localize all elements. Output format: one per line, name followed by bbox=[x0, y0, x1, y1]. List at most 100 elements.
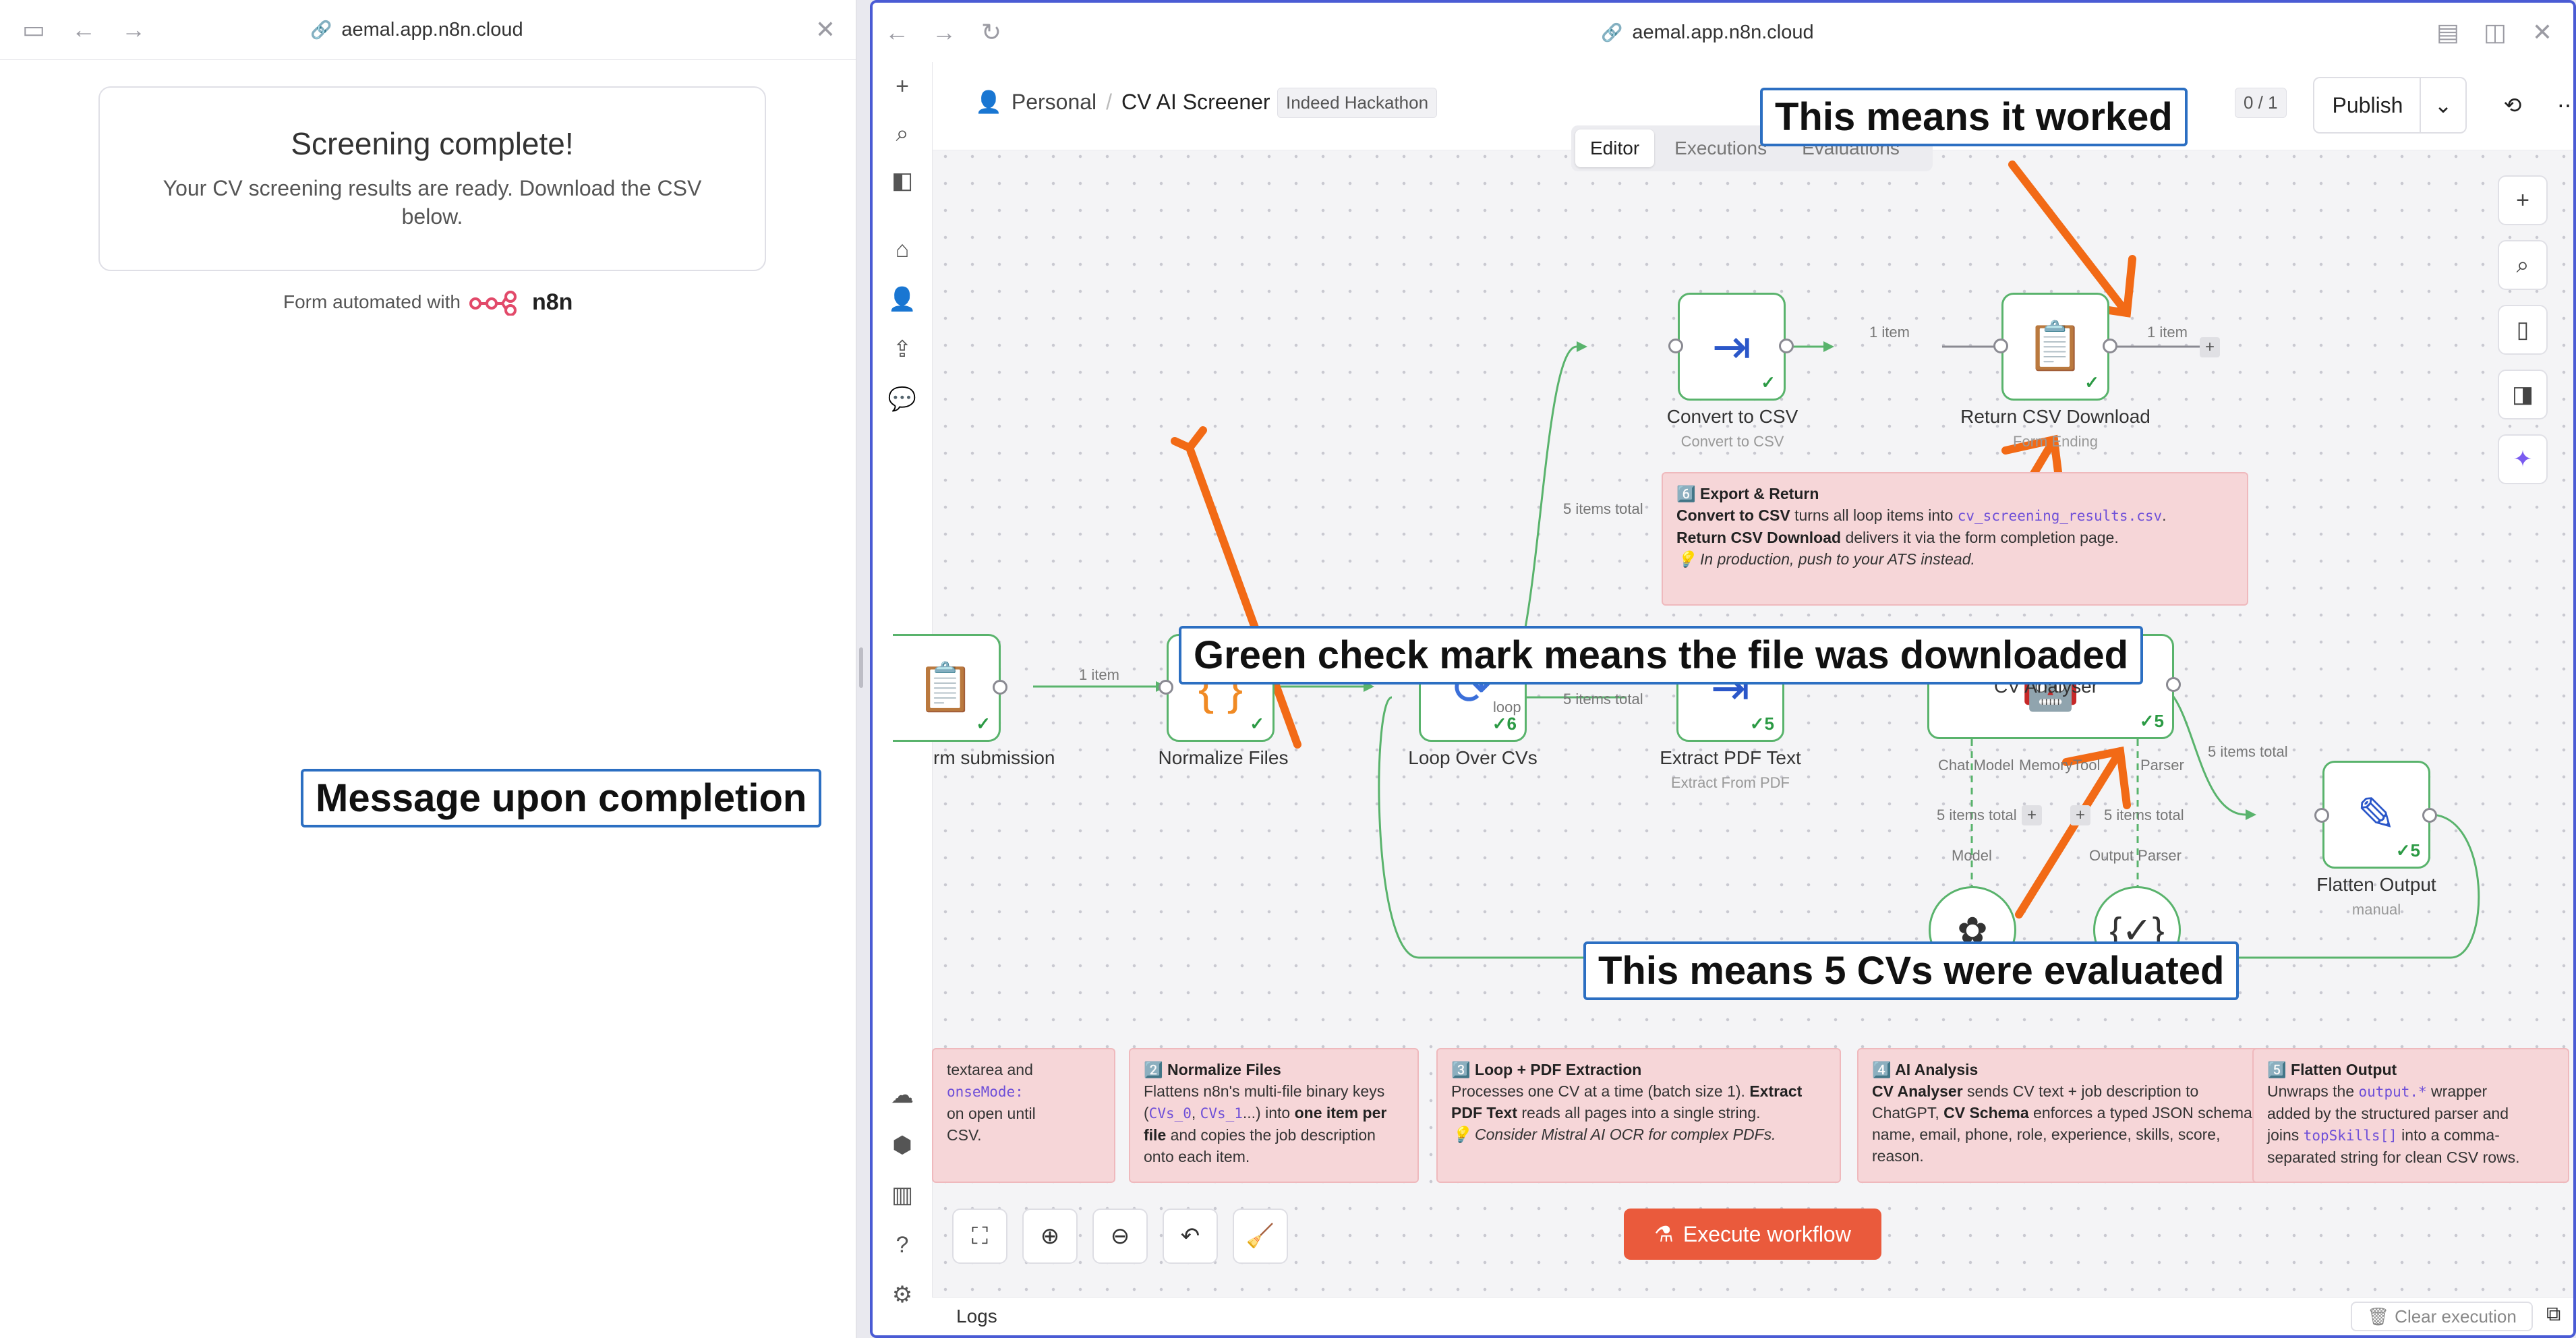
execute-workflow-button[interactable]: ⚗ Execute workflow bbox=[1624, 1209, 1881, 1260]
sticky-line: 💡 In production, push to your ATS instea… bbox=[1676, 548, 2233, 570]
sticky-italic: 💡 In production, push to your ATS instea… bbox=[1676, 550, 1975, 568]
chart-icon[interactable]: ▥ bbox=[882, 1175, 923, 1215]
zoom-out-button[interactable]: ⊖ bbox=[1092, 1209, 1148, 1264]
canvas-search-button[interactable]: ⌕ bbox=[2498, 240, 2548, 290]
ai-assistant-button[interactable]: ✦ bbox=[2498, 434, 2548, 484]
sticky-line: joins topSkills[] into a comma- bbox=[2267, 1124, 2554, 1146]
edge-label-form-normalize: 1 item bbox=[1079, 666, 1119, 683]
tab-editor[interactable]: Editor bbox=[1575, 129, 1655, 167]
node-flatten-output[interactable]: ✎ ✓5 bbox=[2322, 761, 2430, 869]
logs-label: Logs bbox=[956, 1306, 997, 1327]
node-convert-to-csv[interactable]: ⇥ ✓ bbox=[1678, 293, 1786, 401]
tidy-up-button[interactable]: 🧹 bbox=[1233, 1209, 1288, 1264]
sticky-note-button[interactable]: ▯ bbox=[2498, 305, 2548, 355]
sticky-ai-analysis[interactable]: 4️⃣ AI Analysis CV Analyser sends CV tex… bbox=[1857, 1048, 2306, 1183]
node-sublabel: Convert to CSV bbox=[1680, 433, 1784, 450]
sticky-text: enforces a typed JSON schema; bbox=[2028, 1104, 2257, 1122]
sticky-form-trigger[interactable]: textarea and onseMode: on open until CSV… bbox=[932, 1048, 1115, 1183]
flask-icon: ⚗ bbox=[1654, 1222, 1674, 1246]
input-port[interactable] bbox=[1159, 680, 1173, 695]
sticky-code: CVs_0 bbox=[1148, 1105, 1192, 1122]
help-icon[interactable]: ? bbox=[882, 1225, 923, 1265]
node-label: rm submission bbox=[933, 747, 1055, 768]
add-tool-button[interactable]: + bbox=[2070, 805, 2090, 825]
popout-icon[interactable]: ⧉ bbox=[2546, 1303, 2560, 1326]
close-icon[interactable]: ✕ bbox=[805, 9, 846, 50]
output-port[interactable] bbox=[993, 680, 1007, 695]
node-form-submission[interactable]: 📋 ✓ bbox=[893, 634, 1001, 742]
zoom-out-icon: ⊖ bbox=[1110, 1223, 1130, 1249]
clipboard-icon: 📋 bbox=[2026, 320, 2085, 372]
input-port[interactable] bbox=[1993, 339, 2008, 353]
publish-dropdown[interactable]: ⌄ bbox=[2420, 77, 2467, 134]
toggle-panel-button[interactable]: ◨ bbox=[2498, 370, 2548, 419]
note-icon: ▯ bbox=[2516, 317, 2529, 343]
add-next-node-button[interactable]: + bbox=[2200, 337, 2220, 357]
history-button[interactable]: ⟲ bbox=[2490, 82, 2536, 128]
sticky-loop-extraction[interactable]: 3️⃣ Loop + PDF Extraction Processes one … bbox=[1436, 1048, 1841, 1183]
add-node-button[interactable]: + bbox=[2498, 175, 2548, 225]
share-icon[interactable]: ⇪ bbox=[882, 329, 923, 370]
sticky-text: wrapper bbox=[2426, 1082, 2488, 1100]
completion-message: Your CV screening results are ready. Dow… bbox=[163, 176, 702, 229]
completion-card: Screening complete! Your CV screening re… bbox=[98, 86, 766, 271]
plus-icon[interactable]: + bbox=[882, 66, 923, 107]
node-label: Convert to CSV bbox=[1666, 406, 1798, 427]
sticky-normalize-files[interactable]: 2️⃣ Normalize Files Flattens n8n's multi… bbox=[1129, 1048, 1419, 1183]
sticky-text: reads all pages into a single string. bbox=[1517, 1104, 1761, 1122]
sticky-text: , bbox=[1191, 1104, 1200, 1122]
zoom-in-button[interactable]: ⊕ bbox=[1022, 1209, 1078, 1264]
sticky-bold: file bbox=[1144, 1126, 1167, 1144]
output-port[interactable] bbox=[2422, 808, 2437, 823]
undo-button[interactable]: ↶ bbox=[1163, 1209, 1218, 1264]
panel-icon: ◨ bbox=[2511, 382, 2534, 407]
input-port[interactable] bbox=[1668, 339, 1683, 353]
node-sublabel: Form Ending bbox=[2013, 433, 2098, 450]
sticky-line: onto each item. bbox=[1144, 1148, 1250, 1165]
package-icon[interactable]: ⬢ bbox=[882, 1125, 923, 1165]
version-counter: 0 / 1 bbox=[2235, 88, 2287, 118]
user-icon[interactable]: 👤 bbox=[882, 279, 923, 320]
clear-execution-button[interactable]: 🗑 Clear execution bbox=[2351, 1302, 2533, 1331]
input-port[interactable] bbox=[2314, 808, 2329, 823]
address-bar[interactable]: 🔗 aemal.app.n8n.cloud bbox=[310, 0, 523, 59]
output-port[interactable] bbox=[2103, 339, 2117, 353]
panel-icon[interactable]: ◧ bbox=[882, 161, 923, 201]
n8n-logo-text: n8n bbox=[532, 289, 573, 315]
sticky-line: ChatGPT, CV Schema enforces a typed JSON… bbox=[1872, 1102, 2291, 1124]
sticky-export-return[interactable]: 6️⃣ Export & Return Convert to CSV turns… bbox=[1662, 472, 2248, 606]
sidebar-toggle-icon[interactable]: ▭ bbox=[13, 9, 54, 50]
more-button[interactable]: ⋯ bbox=[2545, 82, 2573, 128]
success-count: ✓5 bbox=[2139, 711, 2164, 731]
node-return-csv[interactable]: 📋 ✓ bbox=[2001, 293, 2109, 401]
chat-icon[interactable]: 💬 bbox=[882, 379, 923, 419]
sticky-flatten-output[interactable]: 5️⃣ Flatten Output Unwraps the output.* … bbox=[2252, 1048, 2569, 1183]
home-icon[interactable]: ⌂ bbox=[882, 229, 923, 270]
back-icon[interactable]: ← bbox=[63, 9, 104, 50]
breadcrumb-project[interactable]: Personal bbox=[1012, 90, 1096, 115]
publish-button[interactable]: Publish bbox=[2313, 77, 2421, 134]
footer-text: Form automated with bbox=[283, 291, 461, 312]
plus-icon: + bbox=[2516, 187, 2529, 213]
sticky-text: ChatGPT, bbox=[1872, 1104, 1944, 1122]
n8n-editor-window: ← → ↻ 🔗 aemal.app.n8n.cloud ▤ ◫ ✕ 👤 Pers… bbox=[870, 0, 2576, 1338]
logs-panel-bar[interactable]: Logs 🗑Clear execution ⧉ ⌃ bbox=[932, 1297, 2573, 1335]
fit-view-button[interactable]: ⛶ bbox=[952, 1209, 1007, 1264]
forward-icon[interactable]: → bbox=[113, 9, 154, 50]
search-icon[interactable]: ⌕ bbox=[882, 113, 923, 154]
sticky-line: textarea and bbox=[947, 1061, 1033, 1078]
n8n-logo-icon bbox=[469, 291, 517, 316]
output-port[interactable] bbox=[1779, 339, 1794, 353]
output-port[interactable] bbox=[2166, 677, 2181, 692]
settings-icon[interactable]: ⚙ bbox=[882, 1275, 923, 1315]
workflow-title[interactable]: CV AI Screener bbox=[1121, 90, 1270, 115]
sticky-title: 5️⃣ Flatten Output bbox=[2267, 1061, 2397, 1078]
window-splitter-handle[interactable] bbox=[859, 647, 863, 688]
n8n-logo[interactable]: n8n bbox=[469, 289, 573, 316]
cloud-icon[interactable]: ☁ bbox=[882, 1075, 923, 1115]
add-memory-button[interactable]: + bbox=[2022, 805, 2042, 825]
workflow-tag[interactable]: Indeed Hackathon bbox=[1277, 88, 1438, 118]
node-label: Normalize Files bbox=[1158, 747, 1289, 768]
success-check-icon: ✓ bbox=[2084, 372, 2099, 392]
sticky-line: name, email, phone, role, experience, sk… bbox=[1872, 1126, 2221, 1143]
